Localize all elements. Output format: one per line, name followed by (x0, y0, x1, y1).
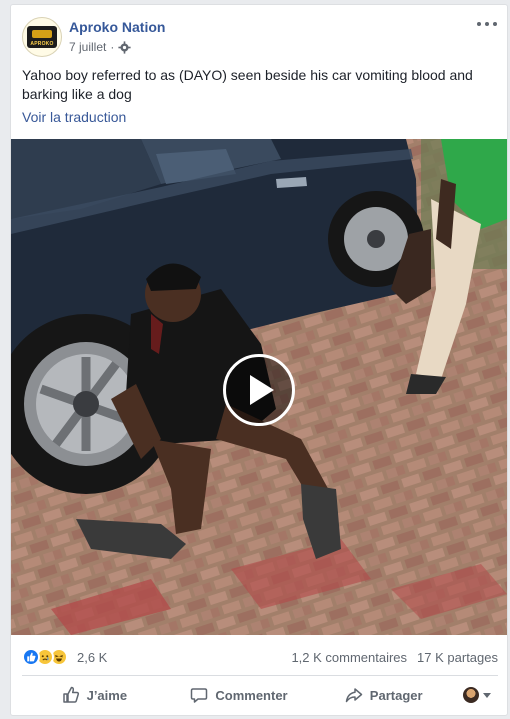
comment-icon (191, 688, 208, 703)
comment-label: Commenter (215, 687, 288, 703)
meta-separator: · (110, 40, 115, 54)
shares-count-link[interactable]: 17 K partages (417, 650, 498, 665)
avatar-logo-text: APROKO (30, 41, 54, 47)
like-label: J’aime (86, 687, 128, 703)
post-actions: J’aime Commenter Partager (22, 677, 498, 713)
post-text: Yahoo boy referred to as (DAYO) seen bes… (22, 67, 473, 102)
engagement-counts: 1,2 K commentaires 17 K partages (291, 650, 498, 665)
react-as-selector[interactable] (456, 677, 498, 713)
thumbs-up-icon (62, 686, 79, 703)
play-icon (250, 375, 274, 405)
cassette-logo-icon: APROKO (27, 26, 57, 48)
like-icon (22, 648, 40, 666)
reaction-count[interactable]: 2,6 K (77, 650, 107, 665)
see-translation-link[interactable]: Voir la traduction (22, 109, 126, 125)
like-button[interactable]: J’aime (22, 677, 167, 713)
gear-icon (118, 40, 131, 54)
page-avatar[interactable]: APROKO (22, 17, 62, 57)
post-meta: 7 juillet · (69, 40, 131, 54)
post-stats: 2,6 K 1,2 K commentaires 17 K partages (22, 642, 498, 672)
page-name-link[interactable]: Aproko Nation (69, 19, 165, 35)
comment-button[interactable]: Commenter (167, 677, 312, 713)
comments-count-link[interactable]: 1,2 K commentaires (291, 650, 407, 665)
reaction-icons (22, 648, 68, 666)
actions-divider (22, 675, 498, 676)
post-header: APROKO Aproko Nation 7 juillet · (11, 5, 507, 63)
post-date[interactable]: 7 juillet (69, 40, 106, 54)
dot-icon (477, 22, 481, 26)
user-avatar (463, 687, 480, 703)
dot-icon (493, 22, 497, 26)
reactions-summary[interactable]: 2,6 K (22, 648, 107, 666)
play-button[interactable] (223, 354, 295, 426)
video-player[interactable] (11, 139, 507, 635)
chevron-down-icon (483, 692, 492, 698)
dot-icon (485, 22, 489, 26)
post-card: APROKO Aproko Nation 7 juillet · Yahoo b… (10, 4, 508, 716)
more-options-button[interactable] (477, 17, 497, 31)
share-icon (345, 688, 363, 703)
share-label: Partager (369, 687, 423, 703)
share-button[interactable]: Partager (311, 677, 456, 713)
